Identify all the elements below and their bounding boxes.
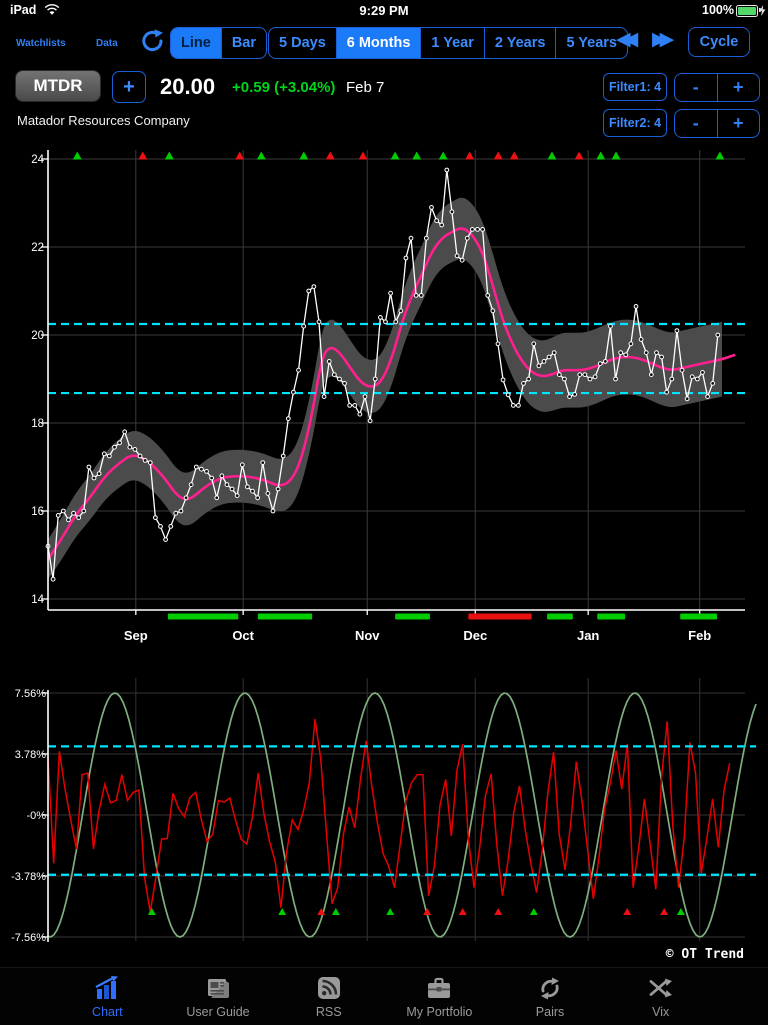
briefcase-icon — [424, 975, 454, 1003]
tab-my-portfolio[interactable]: My Portfolio — [384, 972, 495, 1024]
svg-text:-3.78%: -3.78% — [11, 871, 46, 883]
tab-vix[interactable]: Vix — [605, 972, 716, 1024]
svg-text:Jan: Jan — [577, 628, 599, 643]
tab-bar: Chart User Guide RSS — [0, 967, 768, 1025]
watermark: © OT Trend — [666, 947, 744, 962]
tab-user-guide-label: User Guide — [186, 1005, 249, 1019]
vix-icon — [646, 975, 676, 1003]
rss-icon — [314, 975, 344, 1003]
tab-rss-label: RSS — [316, 1005, 342, 1019]
oscillator-chart-area[interactable] — [48, 675, 745, 941]
chart-tab-icon — [92, 975, 122, 1003]
tab-user-guide[interactable]: User Guide — [163, 972, 274, 1024]
tab-chart[interactable]: Chart — [52, 972, 163, 1024]
svg-text:© OT Trend: © OT Trend — [666, 947, 744, 962]
tab-chart-label: Chart — [92, 1005, 123, 1019]
svg-text:Feb: Feb — [688, 628, 711, 643]
svg-text:-0%: -0% — [26, 810, 46, 822]
tab-rss[interactable]: RSS — [273, 972, 384, 1024]
svg-text:-7.56%: -7.56% — [11, 932, 46, 944]
svg-text:20: 20 — [31, 330, 44, 342]
svg-text:22: 22 — [31, 242, 44, 254]
svg-text:Nov: Nov — [355, 628, 380, 643]
svg-text:Sep: Sep — [124, 628, 148, 643]
svg-text:14: 14 — [31, 594, 44, 606]
price-chart-area[interactable] — [48, 150, 745, 610]
svg-text:24: 24 — [31, 154, 44, 166]
svg-text:18: 18 — [31, 418, 44, 430]
svg-text:Oct: Oct — [232, 628, 254, 643]
svg-text:Dec: Dec — [463, 628, 487, 643]
chart-canvas: 24 22 20 18 16 14 Sep Oct Nov Dec Jan Feb 7.56% 3.78%… — [0, 0, 768, 1024]
svg-text:7.56%: 7.56% — [15, 688, 46, 700]
tab-vix-label: Vix — [652, 1005, 669, 1019]
lower-axis: 7.56% 3.78% -0% -3.78% -7.56% — [11, 688, 48, 944]
svg-text:16: 16 — [31, 506, 44, 518]
tab-pairs-label: Pairs — [536, 1005, 564, 1019]
tab-my-portfolio-label: My Portfolio — [406, 1005, 472, 1019]
tab-pairs[interactable]: Pairs — [495, 972, 606, 1024]
pairs-icon — [535, 975, 565, 1003]
signal-bars — [168, 614, 717, 620]
svg-text:3.78%: 3.78% — [15, 749, 46, 761]
user-guide-icon — [203, 975, 233, 1003]
